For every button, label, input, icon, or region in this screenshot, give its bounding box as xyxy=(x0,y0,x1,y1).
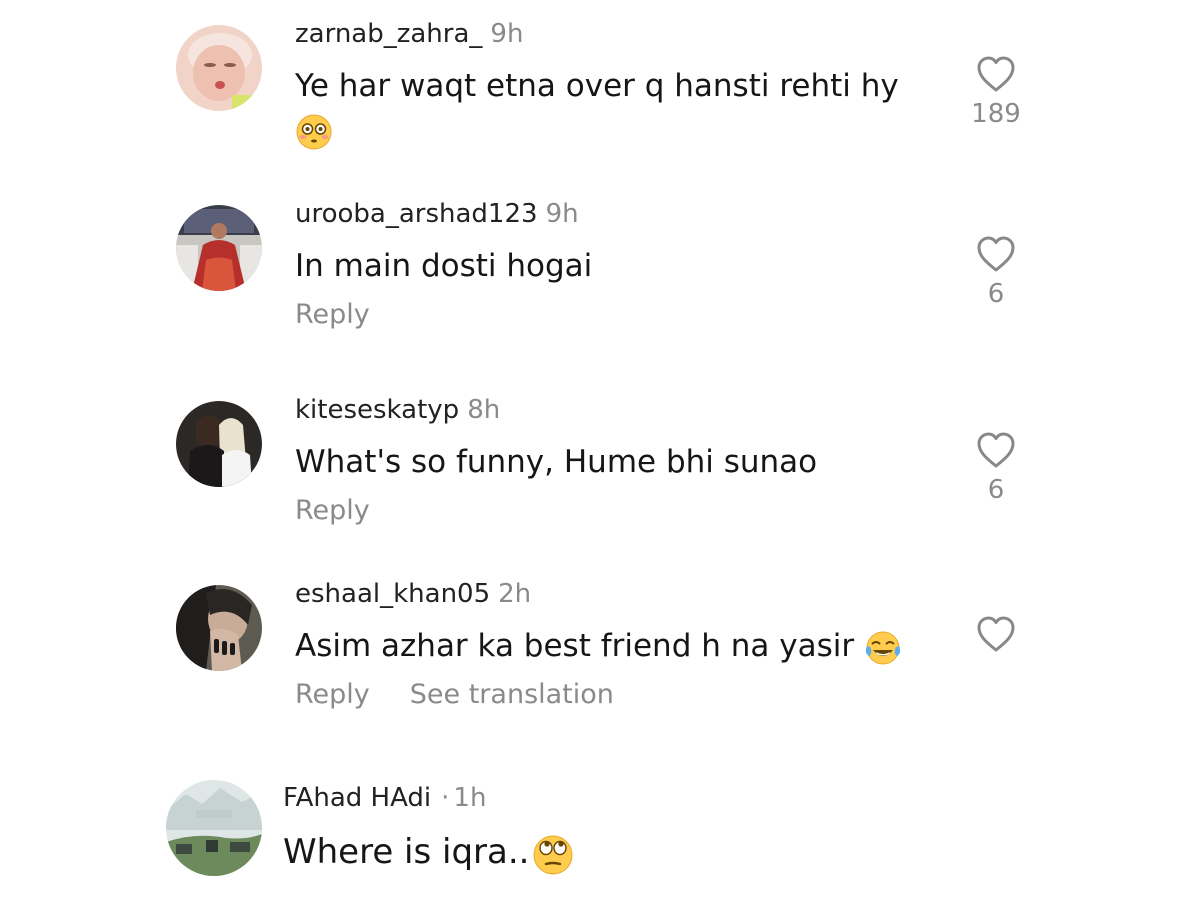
like-button[interactable]: 189 xyxy=(966,55,1026,129)
heart-outline-icon xyxy=(977,432,1015,468)
separator-dot: · xyxy=(441,783,450,813)
username[interactable]: urooba_arshad123 xyxy=(295,199,538,229)
comment-actions: Reply xyxy=(295,494,370,528)
reply-button[interactable]: Reply xyxy=(295,299,370,330)
avatar[interactable] xyxy=(166,780,262,876)
like-button[interactable]: 6 xyxy=(966,235,1026,309)
comment-list: zarnab_zahra_ 9h Ye har waqt etna over q … xyxy=(0,0,1200,900)
timestamp: 2h xyxy=(498,579,532,609)
comment-actions: Reply See translation xyxy=(295,678,614,712)
comment-text-line: In main dosti hogai xyxy=(295,248,593,284)
timestamp: 8h xyxy=(467,395,501,425)
comment-meta: urooba_arshad123 9h xyxy=(295,198,579,230)
flushed-face-emoji xyxy=(295,113,333,151)
comment-text: In main dosti hogai xyxy=(295,244,915,288)
like-count: 6 xyxy=(987,475,1005,505)
like-button[interactable] xyxy=(966,615,1026,653)
avatar[interactable] xyxy=(176,585,262,671)
like-count: 189 xyxy=(971,99,1021,129)
comment-text: Asim azhar ka best friend h na yasir xyxy=(295,624,915,668)
username[interactable]: kiteseskatyp xyxy=(295,395,459,425)
username[interactable]: eshaal_khan05 xyxy=(295,579,490,609)
avatar[interactable] xyxy=(176,401,262,487)
comment-text: Ye har waqt etna over q hansti rehti hy xyxy=(295,64,915,152)
avatar[interactable] xyxy=(176,205,262,291)
comment-meta: zarnab_zahra_ 9h xyxy=(295,18,523,50)
comment-text: What's so funny, Hume bhi sunao xyxy=(295,440,915,484)
like-count: 6 xyxy=(987,279,1005,309)
comment-text-line: Ye har waqt etna over q hansti rehti hy xyxy=(295,68,899,104)
username[interactable]: zarnab_zahra_ xyxy=(295,19,482,49)
heart-outline-icon xyxy=(977,236,1015,272)
avatar[interactable] xyxy=(176,25,262,111)
timestamp: 9h xyxy=(490,19,524,49)
reply-button[interactable]: Reply xyxy=(295,495,370,526)
comment-text-line: Asim azhar ka best friend h na yasir xyxy=(295,628,855,664)
comment-text: Where is iqra.. xyxy=(283,830,903,877)
comment-text-line: What's so funny, Hume bhi sunao xyxy=(295,444,818,480)
heart-outline-icon xyxy=(977,616,1015,652)
tears-of-joy-emoji xyxy=(864,629,902,667)
comment-meta: eshaal_khan05 2h xyxy=(295,578,531,610)
heart-outline-icon xyxy=(977,56,1015,92)
comment-actions: Reply xyxy=(295,298,370,332)
comment-meta: kiteseskatyp 8h xyxy=(295,394,500,426)
comment-text-line: Where is iqra.. xyxy=(283,832,530,872)
username[interactable]: FAhad HAdi xyxy=(283,783,431,813)
see-translation-button[interactable]: See translation xyxy=(410,679,614,710)
eye-roll-emoji xyxy=(531,833,575,877)
reply-button[interactable]: Reply xyxy=(295,679,370,710)
comment-meta: FAhad HAdi · 1h xyxy=(283,782,486,814)
timestamp: 9h xyxy=(545,199,579,229)
like-button[interactable]: 6 xyxy=(966,431,1026,505)
timestamp: 1h xyxy=(453,783,487,813)
